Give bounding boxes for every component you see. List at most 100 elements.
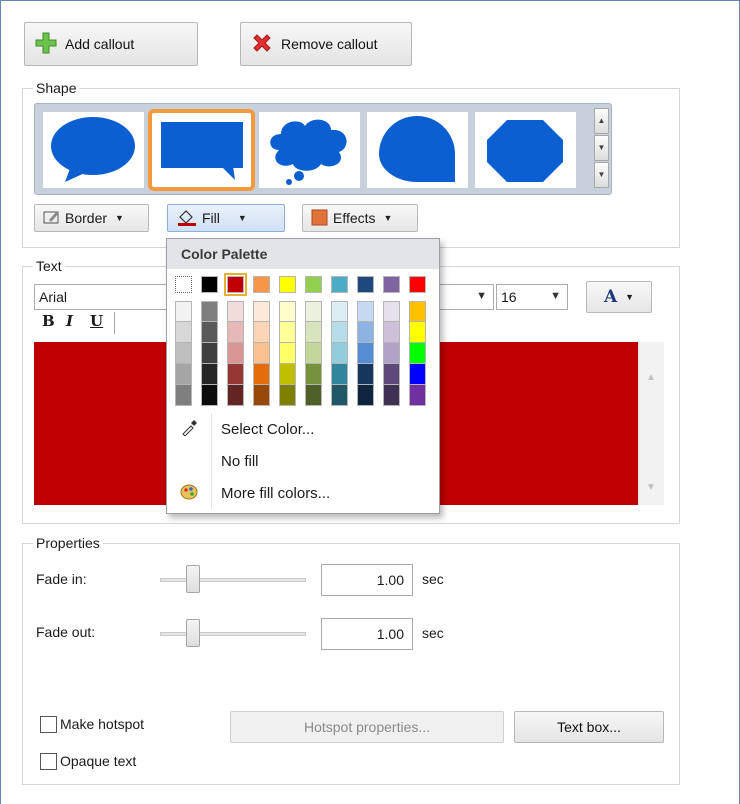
shade-color-swatch[interactable] — [409, 364, 426, 385]
shade-color-swatch[interactable] — [201, 322, 218, 343]
shade-color-swatch[interactable] — [201, 385, 218, 406]
shade-color-swatch[interactable] — [331, 385, 348, 406]
shade-color-swatch[interactable] — [279, 343, 296, 364]
shade-color-swatch[interactable] — [305, 343, 322, 364]
make-hotspot-label[interactable]: Make hotspot — [60, 716, 144, 732]
shade-color-swatch[interactable] — [175, 343, 192, 364]
shade-color-swatch[interactable] — [279, 301, 296, 322]
hotspot-properties-button[interactable]: Hotspot properties... — [230, 711, 504, 743]
scroll-up-icon[interactable]: ▲ — [646, 372, 656, 383]
effects-button[interactable]: Effects ▼ — [302, 204, 418, 232]
shade-color-swatch[interactable] — [305, 322, 322, 343]
color-palette-popup: Color Palette Select Color... No fill Mo… — [166, 238, 440, 514]
underline-button[interactable]: U — [90, 312, 103, 330]
font-color-button[interactable]: A ▼ — [586, 281, 652, 313]
remove-callout-button[interactable]: Remove callout — [240, 22, 412, 66]
shade-color-swatch[interactable] — [227, 343, 244, 364]
shape-octagon-callout[interactable] — [475, 112, 576, 188]
shade-color-swatch[interactable] — [175, 301, 192, 322]
shade-color-swatch[interactable] — [357, 385, 374, 406]
shade-color-swatch[interactable] — [305, 385, 322, 406]
shade-color-swatch[interactable] — [357, 301, 374, 322]
effects-label: Effects — [333, 210, 376, 226]
shade-color-swatch[interactable] — [409, 301, 426, 322]
shade-color-swatch[interactable] — [253, 343, 270, 364]
shape-rectangle-callout[interactable] — [148, 109, 255, 191]
shade-color-swatch[interactable] — [279, 385, 296, 406]
top-color-swatch[interactable] — [253, 276, 270, 293]
shade-color-swatch[interactable] — [383, 322, 400, 343]
top-color-swatch[interactable] — [331, 276, 348, 293]
italic-button[interactable]: I — [66, 312, 73, 330]
fade-in-slider-thumb[interactable] — [186, 565, 200, 593]
shade-color-swatch[interactable] — [201, 364, 218, 385]
shape-rounded-callout[interactable] — [367, 112, 468, 188]
fade-out-slider-track[interactable] — [160, 632, 306, 636]
fade-in-slider-track[interactable] — [160, 578, 306, 582]
shade-color-swatch[interactable] — [383, 385, 400, 406]
size-combo[interactable]: 16 ▼ — [496, 284, 568, 310]
shade-color-swatch[interactable] — [409, 385, 426, 406]
shade-color-swatch[interactable] — [331, 364, 348, 385]
no-fill-menu-item[interactable]: No fill — [167, 445, 439, 477]
scroll-down-icon[interactable]: ▼ — [646, 482, 656, 493]
shade-color-swatch[interactable] — [227, 385, 244, 406]
fill-button[interactable]: Fill ▼ — [167, 204, 285, 232]
gallery-up-icon[interactable]: ▲ — [594, 108, 609, 134]
shade-color-swatch[interactable] — [357, 343, 374, 364]
fade-out-slider-thumb[interactable] — [186, 619, 200, 647]
more-fill-colors-menu-item[interactable]: More fill colors... — [167, 477, 439, 509]
opaque-text-checkbox[interactable] — [40, 753, 57, 770]
fade-out-unit: sec — [422, 625, 444, 641]
shade-color-swatch[interactable] — [305, 301, 322, 322]
shade-color-swatch[interactable] — [227, 322, 244, 343]
shade-color-swatch[interactable] — [227, 301, 244, 322]
gallery-expand-icon[interactable]: ▼ — [594, 162, 609, 188]
shade-color-swatch[interactable] — [227, 364, 244, 385]
top-color-swatch[interactable] — [357, 276, 374, 293]
text-box-button[interactable]: Text box... — [514, 711, 664, 743]
shade-color-swatch[interactable] — [279, 364, 296, 385]
shade-color-swatch[interactable] — [201, 343, 218, 364]
shade-color-swatch[interactable] — [253, 364, 270, 385]
shade-color-swatch[interactable] — [357, 322, 374, 343]
border-button[interactable]: Border ▼ — [34, 204, 149, 232]
shade-color-swatch[interactable] — [331, 322, 348, 343]
shade-color-swatch[interactable] — [409, 322, 426, 343]
shade-color-swatch[interactable] — [383, 343, 400, 364]
gallery-down-icon[interactable]: ▼ — [594, 135, 609, 161]
opaque-text-label[interactable]: Opaque text — [60, 753, 136, 769]
shade-color-swatch[interactable] — [175, 385, 192, 406]
shade-color-swatch[interactable] — [409, 343, 426, 364]
shade-color-swatch[interactable] — [305, 364, 322, 385]
top-color-swatch[interactable] — [383, 276, 400, 293]
top-color-swatch[interactable] — [409, 276, 426, 293]
make-hotspot-checkbox[interactable] — [40, 716, 57, 733]
fade-in-field[interactable]: 1.00 — [321, 564, 413, 596]
shade-color-swatch[interactable] — [357, 364, 374, 385]
shade-color-swatch[interactable] — [253, 301, 270, 322]
select-color-menu-item[interactable]: Select Color... — [167, 413, 439, 445]
shade-color-swatch[interactable] — [175, 322, 192, 343]
shade-color-swatch[interactable] — [201, 301, 218, 322]
top-color-swatch[interactable] — [305, 276, 322, 293]
top-color-swatch[interactable] — [224, 273, 247, 296]
shade-color-swatch[interactable] — [175, 364, 192, 385]
no-color-swatch[interactable] — [175, 276, 192, 293]
fade-out-field[interactable]: 1.00 — [321, 618, 413, 650]
shade-color-swatch[interactable] — [253, 322, 270, 343]
shape-oval-callout[interactable] — [43, 112, 144, 188]
bold-button[interactable]: B — [42, 312, 55, 330]
shade-color-swatch[interactable] — [253, 385, 270, 406]
shade-color-swatch[interactable] — [383, 364, 400, 385]
top-color-swatch[interactable] — [279, 276, 296, 293]
shade-color-swatch[interactable] — [331, 343, 348, 364]
add-callout-button[interactable]: Add callout — [24, 22, 198, 66]
shape-cloud-callout[interactable] — [259, 112, 360, 188]
shade-color-swatch[interactable] — [383, 301, 400, 322]
shade-color-swatch[interactable] — [279, 322, 296, 343]
shade-color-swatch[interactable] — [331, 301, 348, 322]
top-color-swatch[interactable] — [201, 276, 218, 293]
gallery-scrollbar[interactable]: ▲ ▼ ▼ — [594, 108, 609, 190]
text-vertical-scrollbar[interactable]: ▲ ▼ — [638, 342, 664, 505]
